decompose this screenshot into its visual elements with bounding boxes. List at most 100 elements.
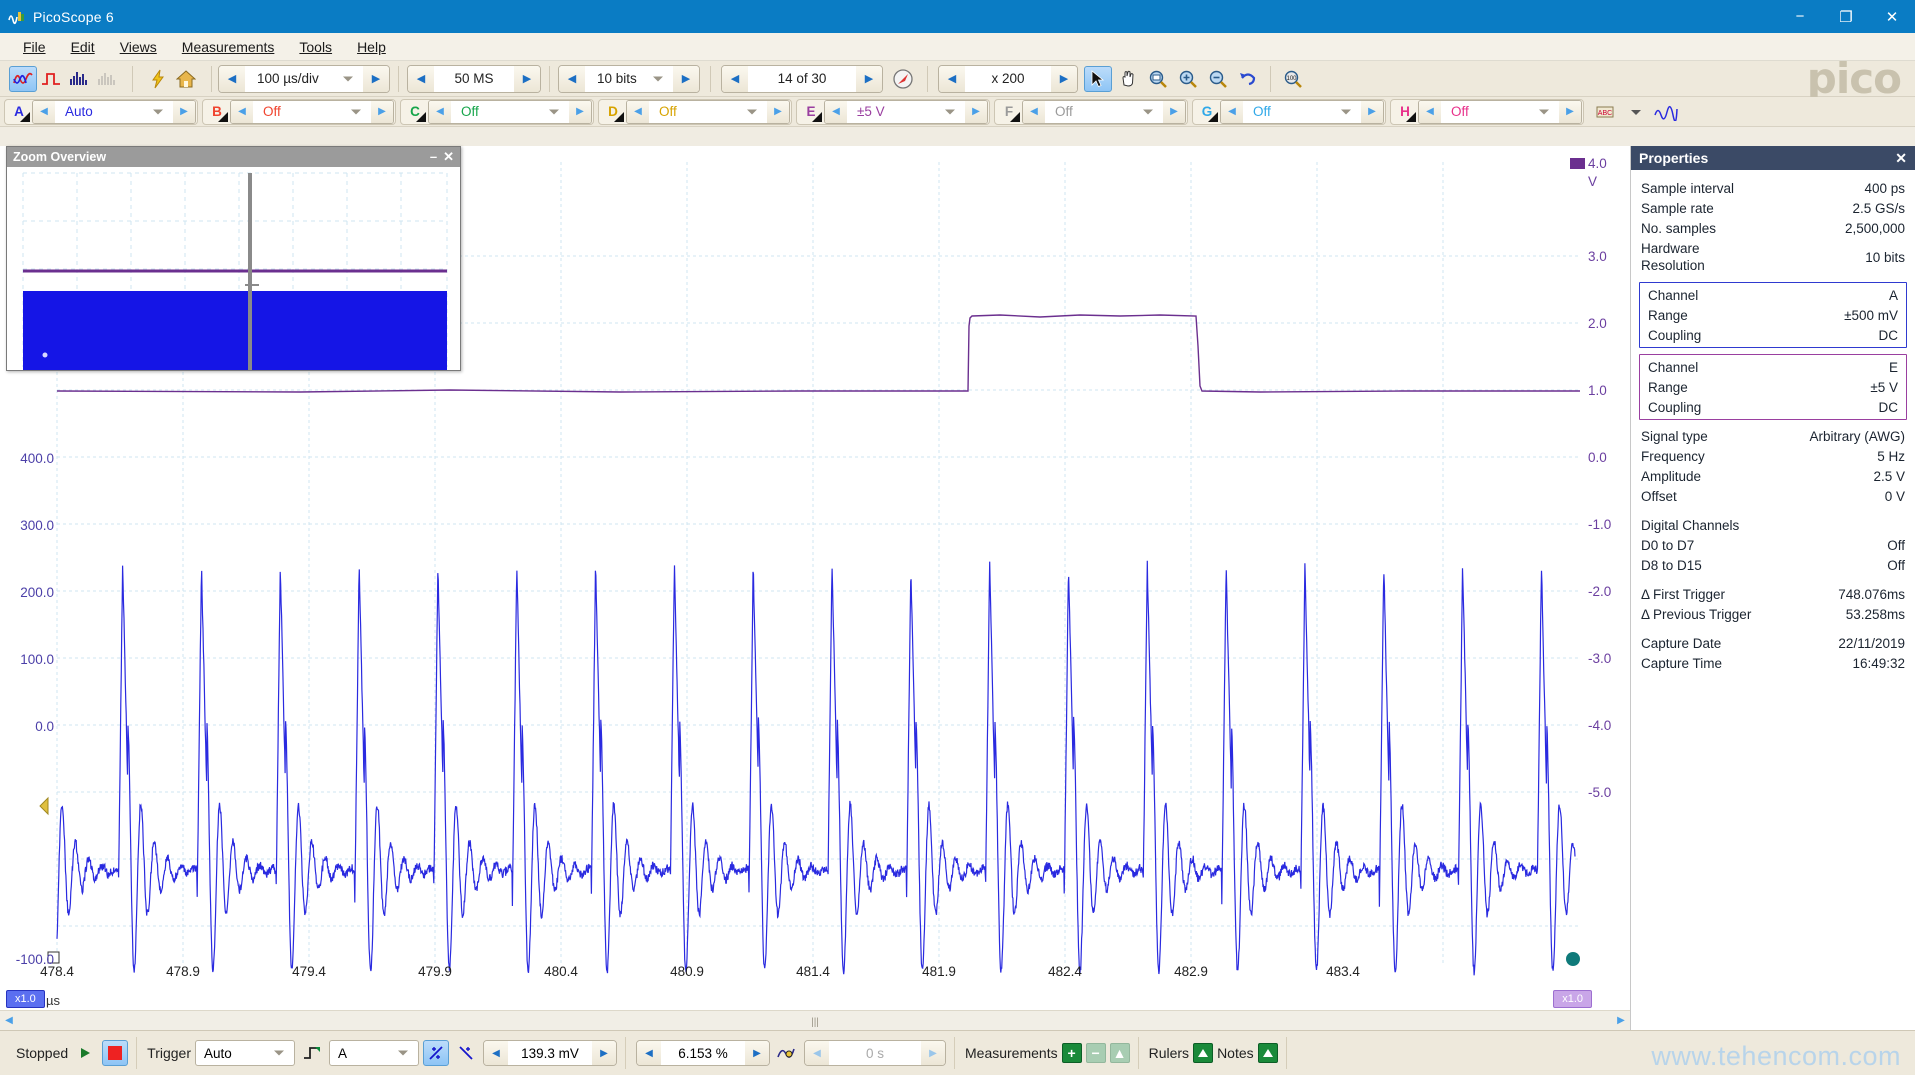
- zoom-overview-minimize-button[interactable]: –: [430, 151, 437, 163]
- scroll-grip-icon[interactable]: |||: [811, 1017, 819, 1028]
- left-magnification-badge[interactable]: x1.0: [6, 990, 45, 1008]
- pretrigger-value[interactable]: 6.153 %: [661, 1041, 745, 1065]
- buffer-value[interactable]: 14 of 30: [748, 66, 856, 92]
- trigger-point-icon[interactable]: [774, 1040, 800, 1066]
- timebase-next-button[interactable]: ▶: [363, 66, 389, 92]
- channel-a-next-button[interactable]: ▶: [173, 101, 195, 123]
- signal-generator-icon[interactable]: [144, 66, 172, 92]
- channel-b-value[interactable]: Off: [253, 101, 371, 123]
- zoom-overview-close-button[interactable]: ✕: [443, 151, 454, 163]
- channel-d-value[interactable]: Off: [649, 101, 767, 123]
- channel-h-chevron-down-icon[interactable]: [1539, 109, 1549, 114]
- channel-g-prev-button[interactable]: ◀: [1221, 101, 1243, 123]
- resolution-value[interactable]: 10 bits: [585, 66, 673, 92]
- zoom-factor-prev-button[interactable]: ◀: [939, 66, 965, 92]
- channel-d-next-button[interactable]: ▶: [767, 101, 789, 123]
- resolution-prev-button[interactable]: ◀: [559, 66, 585, 92]
- channel-h-prev-button[interactable]: ◀: [1419, 101, 1441, 123]
- pretrigger-next-button[interactable]: ▶: [745, 1041, 769, 1065]
- channel-g-value[interactable]: Off: [1243, 101, 1361, 123]
- channel-c-spinner[interactable]: ◀ Off ▶: [428, 100, 592, 124]
- zoom-overview-canvas[interactable]: [7, 167, 460, 370]
- minimize-button[interactable]: −: [1777, 0, 1823, 33]
- channel-h-label[interactable]: H: [1392, 100, 1418, 124]
- zoom-out-tool-icon[interactable]: [1204, 66, 1232, 92]
- menu-tools[interactable]: Tools: [288, 36, 343, 58]
- samples-prev-button[interactable]: ◀: [408, 66, 434, 92]
- channel-c-value[interactable]: Off: [451, 101, 569, 123]
- menu-edit[interactable]: Edit: [60, 36, 106, 58]
- channel-a-chevron-down-icon[interactable]: [153, 109, 163, 114]
- samples-value[interactable]: 50 MS: [434, 66, 514, 92]
- zoom-overview-window[interactable]: Zoom Overview – ✕: [6, 146, 461, 371]
- channel-a-label[interactable]: A: [6, 100, 32, 124]
- resolution-next-button[interactable]: ▶: [673, 66, 699, 92]
- channel-e-next-button[interactable]: ▶: [965, 101, 987, 123]
- delay-next-button[interactable]: ▶: [921, 1041, 945, 1065]
- scope-mode-icon[interactable]: [9, 66, 37, 92]
- zoom-in-tool-icon[interactable]: [1174, 66, 1202, 92]
- menu-help[interactable]: Help: [346, 36, 397, 58]
- zoom-factor-next-button[interactable]: ▶: [1051, 66, 1077, 92]
- samples-next-button[interactable]: ▶: [514, 66, 540, 92]
- channel-f-prev-button[interactable]: ◀: [1023, 101, 1045, 123]
- menu-file[interactable]: File: [12, 36, 57, 58]
- timebase-value[interactable]: 100 µs/div: [245, 66, 363, 92]
- delay-prev-button[interactable]: ◀: [805, 1041, 829, 1065]
- pretrigger-prev-button[interactable]: ◀: [637, 1041, 661, 1065]
- channel-h-spinner[interactable]: ◀ Off ▶: [1418, 100, 1582, 124]
- channel-b-next-button[interactable]: ▶: [371, 101, 393, 123]
- rulers-button[interactable]: [1193, 1043, 1213, 1063]
- threshold-prev-button[interactable]: ◀: [484, 1041, 508, 1065]
- channel-g-label[interactable]: G: [1194, 100, 1220, 124]
- channel-options-icon[interactable]: ABC: [1592, 99, 1620, 125]
- stop-icon[interactable]: [102, 1040, 128, 1066]
- buffer-spinner[interactable]: ◀ 14 of 30 ▶: [721, 65, 883, 93]
- add-measurement-button[interactable]: +: [1062, 1043, 1082, 1063]
- remove-measurement-button[interactable]: −: [1086, 1043, 1106, 1063]
- trigger-rising-icon[interactable]: [423, 1040, 449, 1066]
- channel-d-chevron-down-icon[interactable]: [747, 109, 757, 114]
- buffer-next-button[interactable]: ▶: [856, 66, 882, 92]
- channel-dropdown-icon[interactable]: [1622, 99, 1650, 125]
- right-magnification-badge[interactable]: x1.0: [1553, 990, 1592, 1008]
- channel-e-spinner[interactable]: ◀ ±5 V ▶: [824, 100, 988, 124]
- home-icon[interactable]: [172, 66, 200, 92]
- channel-c-prev-button[interactable]: ◀: [429, 101, 451, 123]
- buffer-navigator-icon[interactable]: [889, 66, 917, 92]
- channel-b-prev-button[interactable]: ◀: [231, 101, 253, 123]
- buffer-prev-button[interactable]: ◀: [722, 66, 748, 92]
- waveform-toggle-icon[interactable]: [1652, 99, 1680, 125]
- trigger-threshold-spinner[interactable]: ◀ 139.3 mV ▶: [483, 1040, 617, 1066]
- channel-b-spinner[interactable]: ◀ Off ▶: [230, 100, 394, 124]
- samples-spinner[interactable]: ◀ 50 MS ▶: [407, 65, 541, 93]
- channel-f-spinner[interactable]: ◀ Off ▶: [1022, 100, 1186, 124]
- trigger-source-select[interactable]: A: [329, 1040, 419, 1066]
- channel-f-value[interactable]: Off: [1045, 101, 1163, 123]
- zoom-overview-titlebar[interactable]: Zoom Overview – ✕: [7, 147, 460, 167]
- edit-measurement-button[interactable]: ▲: [1110, 1043, 1130, 1063]
- channel-g-chevron-down-icon[interactable]: [1341, 109, 1351, 114]
- channel-e-value[interactable]: ±5 V: [847, 101, 965, 123]
- trigger-falling-icon[interactable]: [453, 1040, 479, 1066]
- scroll-right-button[interactable]: ▶: [1612, 1012, 1630, 1030]
- trigger-delay-spinner[interactable]: ◀ 0 s ▶: [804, 1040, 946, 1066]
- channel-b-label[interactable]: B: [204, 100, 230, 124]
- channel-e-label[interactable]: E: [798, 100, 824, 124]
- timebase-prev-button[interactable]: ◀: [219, 66, 245, 92]
- close-button[interactable]: ✕: [1869, 0, 1915, 33]
- channel-g-next-button[interactable]: ▶: [1361, 101, 1383, 123]
- resolution-chevron-down-icon[interactable]: [653, 76, 663, 81]
- hand-pan-tool-icon[interactable]: [1114, 66, 1142, 92]
- zoom-100-icon[interactable]: 100: [1279, 66, 1307, 92]
- channel-g-spinner[interactable]: ◀ Off ▶: [1220, 100, 1384, 124]
- channel-a-value[interactable]: Auto: [55, 101, 173, 123]
- channel-f-chevron-down-icon[interactable]: [1143, 109, 1153, 114]
- timebase-spinner[interactable]: ◀ 100 µs/div ▶: [218, 65, 390, 93]
- horizontal-scrollbar[interactable]: ◀ ||| ▶: [0, 1010, 1630, 1030]
- rising-edge-icon[interactable]: [299, 1040, 325, 1066]
- scroll-left-button[interactable]: ◀: [0, 1012, 18, 1030]
- trigger-mode-chevron-down-icon[interactable]: [274, 1051, 284, 1056]
- channel-b-chevron-down-icon[interactable]: [351, 109, 361, 114]
- properties-close-icon[interactable]: ✕: [1895, 150, 1907, 167]
